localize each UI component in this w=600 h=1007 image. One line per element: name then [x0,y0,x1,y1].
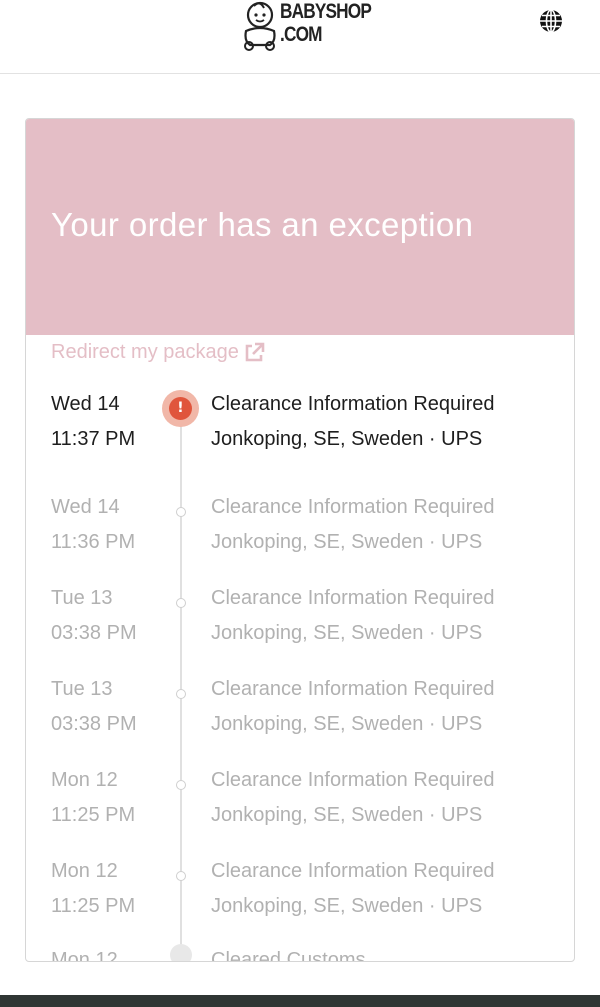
event-date: Tue 13 [51,587,113,609]
event-location: Jonkoping, SE, Sweden · UPS [211,713,483,735]
redirect-package-link[interactable]: Redirect my package [51,341,265,364]
timeline-event: Wed 14 11:36 PM Clearance Information Re… [26,496,574,576]
tracking-card: Your order has an exception Redirect my … [25,118,575,962]
event-location: Jonkoping, SE, Sweden · UPS [211,531,483,553]
event-date: Mon 12 [51,769,118,791]
event-date: Wed 14 [51,496,120,518]
event-time: 03:38 PM [51,713,137,735]
timeline-event: Tue 13 03:38 PM Clearance Information Re… [26,587,574,667]
event-time: 11:36 PM [51,531,136,553]
globe-icon[interactable] [539,9,563,33]
event-status: Clearance Information Required [211,678,495,700]
event-time: 11:37 PM [51,428,136,450]
timeline-dot [176,507,186,517]
event-date: Tue 13 [51,678,113,700]
timeline-dot [176,780,186,790]
logo-line-1: BABYSHOP [280,0,372,23]
event-status: Clearance Information Required [211,769,495,791]
bottom-bar [0,995,600,1007]
event-time: 11:25 PM [51,804,136,826]
logo-wordmark: BABYSHOP .COM [280,0,372,46]
timeline-dot [176,689,186,699]
event-date: Wed 14 [51,393,120,415]
event-location: Jonkoping, SE, Sweden · UPS [211,428,483,450]
babyshop-logo[interactable]: BABYSHOP .COM [240,0,391,54]
timeline-event: Mon 12 11:25 PM Clearance Information Re… [26,769,574,849]
site-header: BABYSHOP .COM [0,0,600,74]
timeline-event: Mon 12 Cleared Customs [26,944,574,962]
external-link-icon [245,342,265,361]
event-status: Clearance Information Required [211,587,495,609]
event-location: Jonkoping, SE, Sweden · UPS [211,804,483,826]
timeline-dot [176,871,186,881]
event-date: Mon 12 [51,860,118,882]
event-status: Clearance Information Required [211,860,495,882]
event-location: Jonkoping, SE, Sweden · UPS [211,895,483,917]
event-date: Mon 12 [51,949,118,962]
event-status: Clearance Information Required [211,496,495,518]
event-time: 11:25 PM [51,895,136,917]
status-banner: Your order has an exception [26,119,574,335]
event-status: Clearance Information Required [211,393,495,415]
exception-alert-icon: ! [162,390,199,427]
timeline-event: Wed 14 11:37 PM ! Clearance Information … [26,390,574,473]
event-status: Cleared Customs [211,949,366,962]
baby-logo-icon [244,1,276,51]
timeline-event: Tue 13 03:38 PM Clearance Information Re… [26,678,574,758]
timeline-dot [176,598,186,608]
timeline-event: Mon 12 11:25 PM Clearance Information Re… [26,860,574,940]
logo-line-2: .COM [280,23,322,46]
event-time: 03:38 PM [51,622,137,644]
redirect-label: Redirect my package [51,341,239,363]
event-location: Jonkoping, SE, Sweden · UPS [211,622,483,644]
milestone-dot [170,944,192,961]
status-title: Your order has an exception [51,206,474,243]
